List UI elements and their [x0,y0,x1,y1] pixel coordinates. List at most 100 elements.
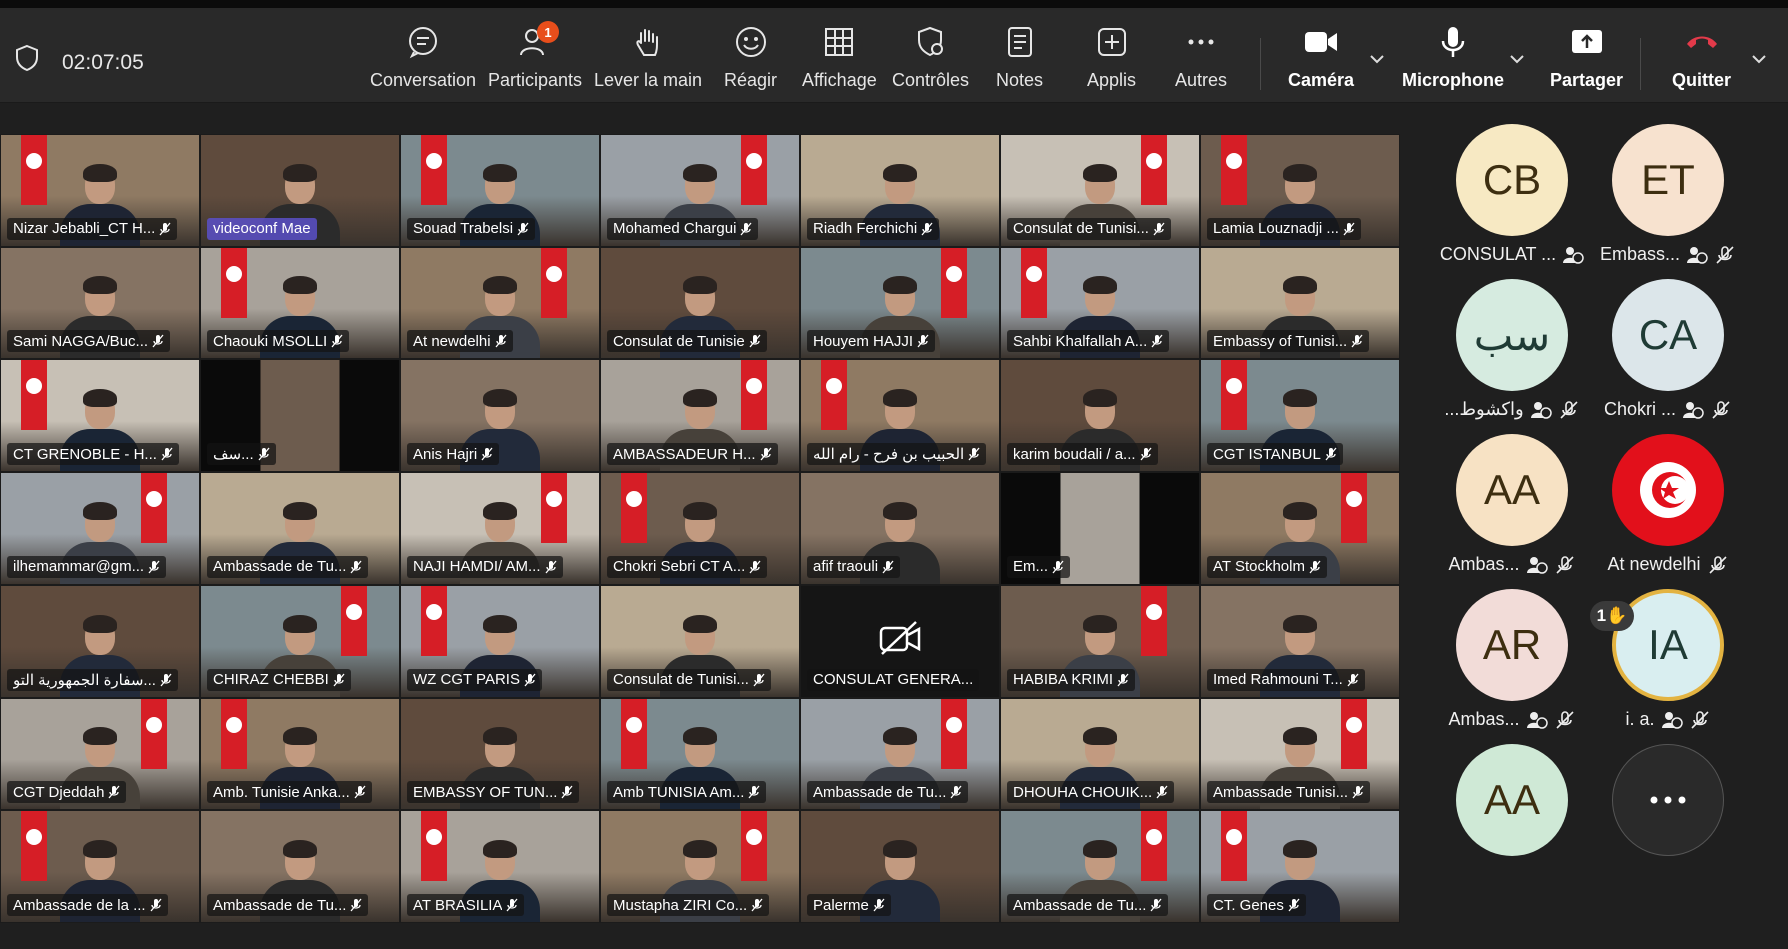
participant-name: EMBASSY OF TUN... [413,783,558,801]
participant-video-tile[interactable]: Embassy of Tunisi... [1200,246,1400,360]
leave-button[interactable]: Quitter [1672,22,1731,98]
participant-name: Consulat de Tunisie [613,332,745,350]
participant-video-tile[interactable]: Amb TUNISIA Am... [600,697,800,811]
organizer-icon [1661,711,1683,729]
participant-video-tile[interactable]: Ambassade Tunisi... [1200,697,1400,811]
more-participants-button[interactable] [1612,744,1724,856]
apps-button[interactable]: Applis [1087,22,1136,98]
participant-video-tile[interactable]: CGT ISTANBUL [1200,359,1400,473]
view-label: Affichage [802,70,877,90]
notes-button[interactable]: Notes [996,22,1043,98]
participant-avatar[interactable]: At newdelhi [1607,434,1727,575]
more-button[interactable]: Autres [1175,22,1227,98]
mic-off-icon [1347,673,1359,686]
participant-video-tile[interactable]: karim boudali / a... [1000,359,1200,473]
avatar-circle: AA [1456,434,1568,546]
participant-video-tile[interactable]: CHIRAZ CHEBBI [200,584,400,698]
microphone-options-chevron-icon[interactable] [1510,54,1524,64]
participant-avatar[interactable]: 1 ✋ IA i. a. [1590,589,1724,730]
raise-hand-button[interactable]: Lever la main [594,22,702,98]
participant-video-tile[interactable]: الحبيب بن فرح - رام الله [800,359,1000,473]
participant-name: Sami NAGGA/Buc... [13,332,149,350]
share-button[interactable]: Partager [1550,22,1623,98]
participant-video-tile[interactable]: EMBASSY OF TUN... [400,697,600,811]
avatar-circle: CB [1456,124,1568,236]
participants-button[interactable]: 1 Participants [488,21,582,98]
participant-video-tile[interactable]: Houyem HAJJI [800,246,1000,360]
participant-video-tile[interactable]: Imed Rahmouni T... [1200,584,1400,698]
participant-avatar[interactable]: AA Ambas... [1448,434,1574,575]
participant-avatar[interactable] [1612,744,1724,856]
leave-options-chevron-icon[interactable] [1752,54,1766,64]
participant-video-tile[interactable]: WZ CGT PARIS [400,584,600,698]
participant-video-tile[interactable]: Em... [1000,472,1200,585]
participant-name-tag: Ambassade de la ... [7,894,168,916]
react-button[interactable]: Réagir [724,22,777,98]
participant-video-tile[interactable]: Palerme [800,810,1000,923]
participant-video-tile[interactable]: Consulat de Tunisi... [600,584,800,698]
mic-off-icon [917,335,929,348]
participant-video-tile[interactable]: Ambassade de Tu... [200,472,400,585]
participant-video-tile[interactable]: Riadh Ferchichi [800,134,1000,247]
participant-video-tile[interactable]: CT GRENOBLE - H... [0,359,200,473]
participant-video-tile[interactable]: Chokri Sebri CT A... [600,472,800,585]
participant-name-tag: Anis Hajri [407,443,500,466]
participant-avatar[interactable]: سب ...واكشوط [1444,279,1578,420]
participant-video-tile[interactable]: Nizar Jebabli_CT H... [0,134,200,247]
participant-video-tile[interactable]: Consulat de Tunisi... [1000,134,1200,247]
participant-video-tile[interactable]: AT Stockholm [1200,472,1400,585]
avatar-name: Embass... [1599,244,1681,264]
participant-name: Amb. Tunisie Anka... [213,783,350,801]
participant-video-tile[interactable]: HABIBA KRIMI [1000,584,1200,698]
participant-video-tile[interactable]: CT. Genes [1200,810,1400,923]
participant-avatar[interactable]: ET Embass... [1600,124,1734,265]
participant-video-tile[interactable]: Sami NAGGA/Buc... [0,246,200,360]
participant-video-tile[interactable]: ilhemammar@gm... [0,472,200,585]
participant-video-tile[interactable]: سفارة الجمهورية التو... [0,584,200,698]
participant-avatar[interactable]: AR Ambas... [1448,589,1574,730]
participant-video-tile[interactable]: Ambassade de la ... [0,810,200,923]
participant-name-tag: Sahbi Khalfallah A... [1007,330,1170,353]
microphone-button[interactable]: Microphone [1402,22,1504,98]
participant-name-tag: سفارة الجمهورية التو... [7,668,178,691]
participant-avatar[interactable]: CB CONSULAT ... [1440,124,1584,265]
participant-video-tile[interactable]: AMBASSADEUR H... [600,359,800,473]
camera-options-chevron-icon[interactable] [1370,54,1384,64]
camera-label: Caméra [1288,70,1355,90]
mic-off-icon [740,222,752,236]
conversation-button[interactable]: Conversation [370,22,476,98]
participant-video-tile[interactable]: Lamia Louznadji ... [1200,134,1400,247]
participant-video-tile[interactable]: Sahbi Khalfallah A... [1000,246,1200,360]
participant-video-tile[interactable]: Chaouki MSOLLI [200,246,400,360]
participant-video-tile[interactable]: CONSULAT GENERA... [800,584,1000,698]
mic-off-icon [517,222,529,236]
participant-video-tile[interactable]: Ambassade de Tu... [1000,810,1200,923]
participant-video-tile[interactable]: AT BRASILIA [400,810,600,923]
participant-video-tile[interactable]: Mustapha ZIRI Co... [600,810,800,923]
participant-video-tile[interactable]: afif traouli [800,472,1000,585]
shield-icon[interactable] [14,44,40,72]
view-button[interactable]: Affichage [802,22,877,98]
participant-name: CT. Genes [1213,896,1284,914]
participant-video-tile[interactable]: Consulat de Tunisie [600,246,800,360]
participant-video-tile[interactable]: سف... [200,359,400,473]
organizer-icon [1526,556,1548,574]
avatar-initials: سب [1473,311,1551,359]
participant-video-tile[interactable]: Souad Trabelsi [400,134,600,247]
participant-video-tile[interactable]: Mohamed Chargui [600,134,800,247]
participant-avatar[interactable]: AA [1456,744,1568,856]
participant-video-tile[interactable]: NAJI HAMDI/ AM... [400,472,600,585]
participant-video-tile[interactable]: DHOUHA CHOUIK... [1000,697,1200,811]
controls-button[interactable]: Contrôles [892,22,969,98]
participant-video-tile[interactable]: CGT Djeddah [0,697,200,811]
participant-video-tile[interactable]: Ambassade de Tu... [200,810,400,923]
participant-video-tile[interactable]: Anis Hajri [400,359,600,473]
participant-video-tile[interactable]: videoconf Mae [200,134,400,247]
camera-button[interactable]: Caméra [1288,22,1354,98]
participant-video-tile[interactable]: Ambassade de Tu... [800,697,1000,811]
participant-video-tile[interactable]: Amb. Tunisie Anka... [200,697,400,811]
participant-name-tag: karim boudali / a... [1007,443,1158,466]
participant-video-tile[interactable]: At newdelhi [400,246,600,360]
participant-avatar[interactable]: CA Chokri ... [1604,279,1730,420]
participant-name-tag: Nizar Jebabli_CT H... [7,217,178,240]
